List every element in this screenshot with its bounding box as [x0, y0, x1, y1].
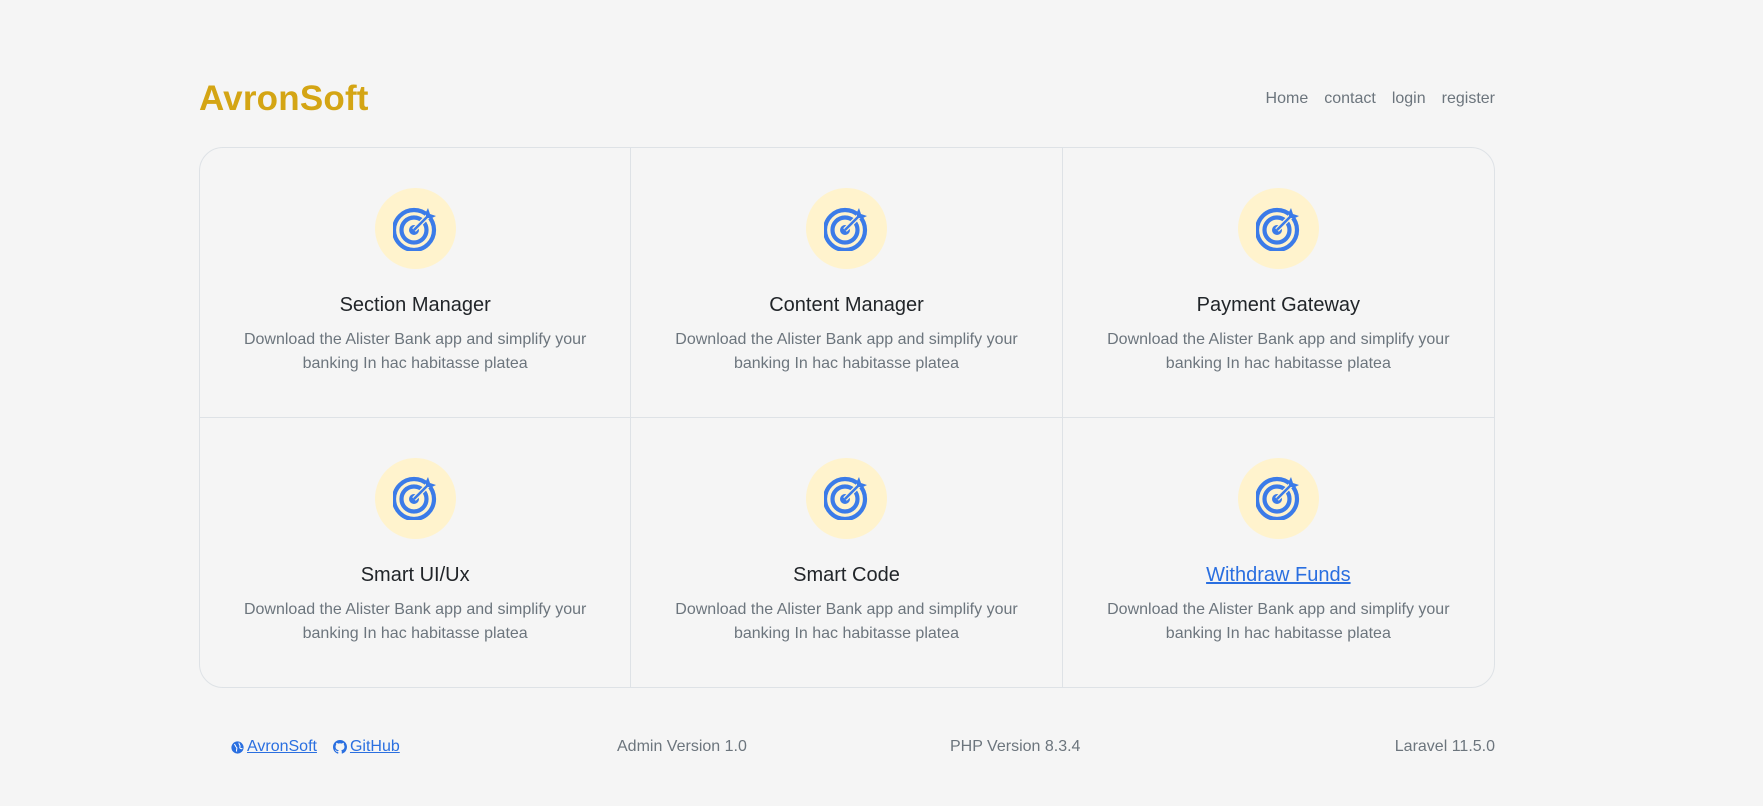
feature-card-smart-code: Smart Code Download the Alister Bank app… [631, 417, 1063, 687]
feature-grid: Section Manager Download the Alister Ban… [199, 147, 1495, 688]
feature-title: Smart UI/Ux [360, 563, 470, 586]
brand-logo[interactable]: AvronSoft [199, 79, 369, 119]
feature-description: Download the Alister Bank app and simpli… [243, 331, 587, 372]
feature-description: Download the Alister Bank app and simpli… [675, 331, 1018, 372]
target-icon [805, 188, 887, 269]
withdraw-funds-link[interactable]: Withdraw Funds [1206, 564, 1351, 587]
feature-description: Download the Alister Bank app and simpli… [243, 600, 587, 642]
feature-description: Download the Alister Bank app and simpli… [1107, 331, 1450, 372]
github-icon [332, 740, 347, 754]
target-icon [1237, 457, 1319, 539]
feature-card-smart-ui: Smart UI/Ux Download the Alister Bank ap… [200, 417, 632, 687]
feature-title: Payment Gateway [1196, 294, 1361, 316]
feature-card-withdraw-funds: Withdraw Funds Download the Alister Bank… [1063, 418, 1494, 688]
feature-description: Download the Alister Bank app and simpli… [675, 600, 1018, 642]
top-nav: Home contact login register [1266, 90, 1495, 108]
nav-register-link[interactable]: register [1442, 90, 1495, 108]
footer-links: AvronSoft GitHub [231, 738, 400, 756]
laravel-version: Laravel 11.5.0 [1394, 738, 1495, 755]
target-icon [805, 457, 887, 539]
admin-version: Admin Version 1.0 [617, 738, 747, 755]
feature-card-content-manager: Content Manager Download the Alister Ban… [631, 148, 1063, 418]
github-link[interactable]: GitHub [332, 738, 400, 756]
nav-home-link[interactable]: Home [1266, 90, 1309, 108]
target-icon [374, 457, 456, 539]
target-icon [374, 188, 456, 269]
feature-title: Smart Code [793, 563, 900, 586]
nav-contact-link[interactable]: contact [1324, 90, 1376, 108]
globe-icon [231, 740, 244, 754]
avronsoft-link-label: AvronSoft [247, 738, 317, 755]
feature-title: Content Manager [769, 294, 924, 316]
footer: AvronSoft GitHub Admin Version 1.0 PHP V… [199, 736, 1495, 760]
feature-description: Download the Alister Bank app and simpli… [1107, 600, 1450, 642]
feature-card-section-manager: Section Manager Download the Alister Ban… [200, 148, 632, 418]
avronsoft-link[interactable]: AvronSoft [231, 738, 317, 756]
nav-login-link[interactable]: login [1392, 90, 1426, 108]
php-version: PHP Version 8.3.4 [950, 738, 1081, 755]
target-icon [1237, 188, 1319, 269]
feature-title: Section Manager [339, 294, 491, 316]
github-link-label: GitHub [349, 738, 400, 755]
feature-card-payment-gateway: Payment Gateway Download the Alister Ban… [1062, 148, 1494, 418]
header: AvronSoft Home contact login register [199, 76, 1495, 122]
